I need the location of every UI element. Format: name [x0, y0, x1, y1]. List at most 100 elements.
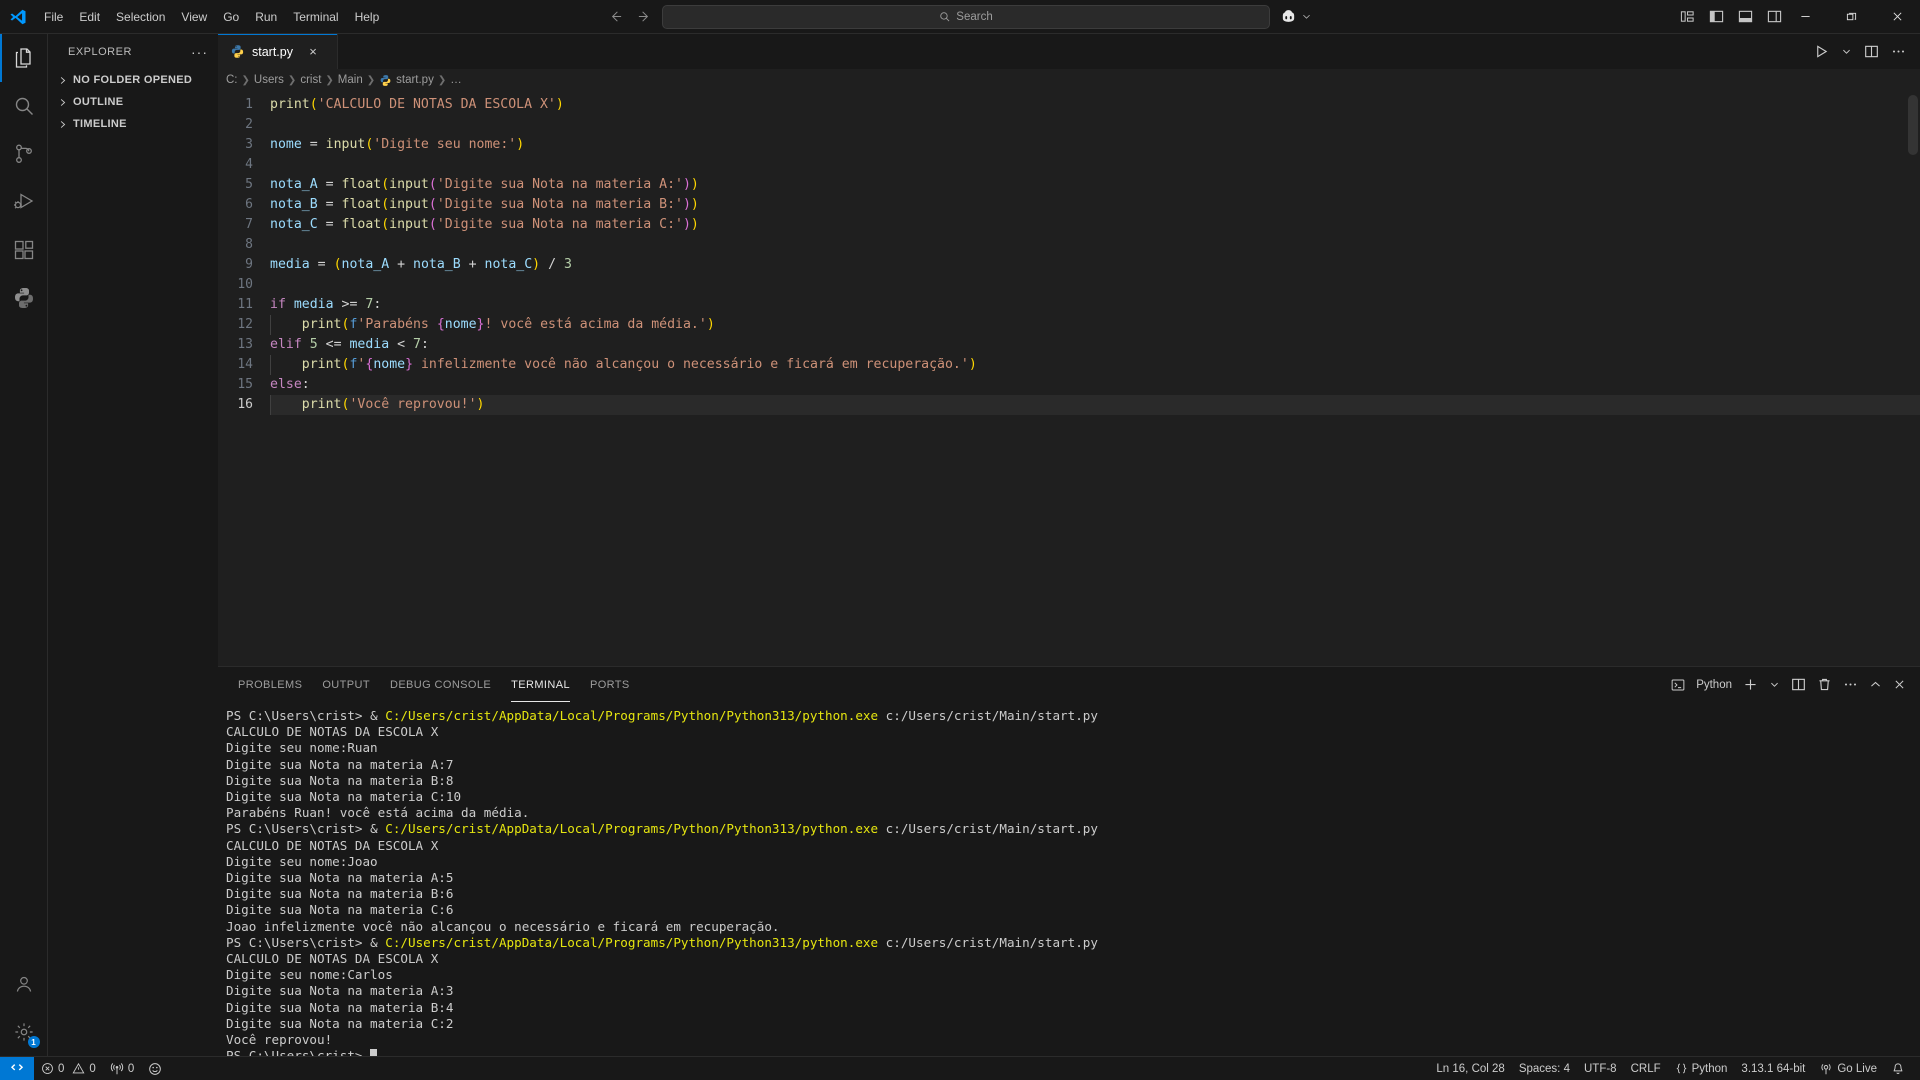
more-actions-icon[interactable] — [1891, 44, 1906, 59]
panel-tab-debug-console[interactable]: DEBUG CONSOLE — [380, 667, 501, 702]
activity-item-python[interactable] — [0, 274, 48, 322]
status-encoding[interactable]: UTF-8 — [1577, 1057, 1624, 1080]
code-line[interactable] — [270, 155, 1920, 175]
chevron-down-icon[interactable] — [1841, 46, 1852, 57]
sidebar-section-outline[interactable]: OUTLINE — [48, 91, 218, 113]
panel-tab-output[interactable]: OUTPUT — [312, 667, 380, 702]
new-terminal-icon[interactable] — [1743, 677, 1758, 692]
run-python-file-icon[interactable] — [1814, 44, 1829, 59]
activity-item-run-and-debug[interactable] — [0, 178, 48, 226]
close-button[interactable] — [1874, 0, 1920, 34]
customize-layout-icon[interactable] — [1680, 9, 1695, 24]
panel-tab-problems[interactable]: PROBLEMS — [228, 667, 312, 702]
menu-edit[interactable]: Edit — [71, 6, 108, 28]
code-line[interactable]: nota_A = float(input('Digite sua Nota na… — [270, 175, 1920, 195]
status-cursor-position[interactable]: Ln 16, Col 28 — [1429, 1057, 1511, 1080]
status-language-mode[interactable]: Python — [1668, 1057, 1735, 1080]
status-notifications[interactable] — [1884, 1057, 1912, 1080]
menu-terminal[interactable]: Terminal — [285, 6, 346, 28]
activity-item-source-control[interactable] — [0, 130, 48, 178]
editor-scrollbar[interactable] — [1908, 95, 1918, 155]
menu-view[interactable]: View — [173, 6, 215, 28]
search-icon — [939, 11, 951, 23]
remote-window-indicator[interactable] — [0, 1056, 34, 1080]
code-line[interactable] — [270, 115, 1920, 135]
toggle-secondary-sidebar-icon[interactable] — [1767, 9, 1782, 24]
toggle-panel-icon[interactable] — [1738, 9, 1753, 24]
breadcrumb-item-file[interactable]: start.py — [396, 74, 434, 86]
status-ports[interactable]: 0 — [103, 1057, 141, 1080]
code-line[interactable] — [270, 235, 1920, 255]
line-number: 3 — [245, 137, 253, 152]
terminal-output[interactable]: PS C:\Users\crist> & C:/Users/crist/AppD… — [218, 702, 1920, 1056]
status-python-interpreter[interactable]: 3.13.1 64-bit — [1734, 1057, 1812, 1080]
code-line[interactable]: print('Você reprovou!') — [270, 395, 1920, 415]
menu-help[interactable]: Help — [347, 6, 388, 28]
minimize-button[interactable] — [1782, 0, 1828, 34]
terminal-command-line: PS C:\Users\crist> & C:/Users/crist/AppD… — [226, 708, 1098, 723]
breadcrumb-item-symbols[interactable]: … — [450, 74, 462, 86]
search-bar[interactable]: Search — [662, 4, 1270, 29]
code-content[interactable]: print('CALCULO DE NOTAS DA ESCOLA X') no… — [270, 91, 1920, 666]
copilot-icon[interactable] — [1280, 8, 1297, 25]
code-line[interactable]: print(f'Parabéns {nome}! você está acima… — [270, 315, 1920, 335]
code-line[interactable]: print('CALCULO DE NOTAS DA ESCOLA X') — [270, 95, 1920, 115]
status-eol[interactable]: CRLF — [1624, 1057, 1668, 1080]
sidebar-section-timeline[interactable]: TIMELINE — [48, 113, 218, 135]
menu-run[interactable]: Run — [247, 6, 285, 28]
tab-start-py[interactable]: start.py × — [218, 34, 338, 69]
layout-controls — [1680, 9, 1782, 24]
activity-item-search[interactable] — [0, 82, 48, 130]
panel-tab-terminal[interactable]: TERMINAL — [501, 667, 580, 702]
code-line[interactable]: elif 5 <= media < 7: — [270, 335, 1920, 355]
breadcrumb-item-users[interactable]: Users — [254, 74, 284, 86]
status-bar: 0 0 0 Ln 16, Col 28 Spaces: 4 UTF-8 CRLF — [0, 1056, 1920, 1080]
activity-item-accounts[interactable] — [0, 960, 48, 1008]
activity-item-manage-settings[interactable]: 1 — [0, 1008, 48, 1056]
menu-file[interactable]: File — [36, 6, 71, 28]
restore-button[interactable] — [1828, 0, 1874, 34]
code-line[interactable]: nota_B = float(input('Digite sua Nota na… — [270, 195, 1920, 215]
chevron-down-icon[interactable] — [1769, 679, 1780, 690]
back-arrow-icon[interactable] — [608, 9, 623, 24]
status-indentation[interactable]: Spaces: 4 — [1512, 1057, 1577, 1080]
activity-item-explorer[interactable] — [0, 34, 48, 82]
menu-selection[interactable]: Selection — [108, 6, 173, 28]
maximize-panel-icon[interactable] — [1869, 678, 1882, 691]
breadcrumb-item-crist[interactable]: crist — [300, 74, 321, 86]
toggle-primary-sidebar-icon[interactable] — [1709, 9, 1724, 24]
panel-tab-ports[interactable]: PORTS — [580, 667, 640, 702]
code-line[interactable]: nome = input('Digite seu nome:') — [270, 135, 1920, 155]
python-file-icon — [230, 44, 245, 59]
kill-terminal-icon[interactable] — [1817, 677, 1832, 692]
code-line[interactable]: else: — [270, 375, 1920, 395]
code-line[interactable]: nota_C = float(input('Digite sua Nota na… — [270, 215, 1920, 235]
code-line[interactable]: if media >= 7: — [270, 295, 1920, 315]
close-panel-icon[interactable] — [1893, 678, 1906, 691]
code-line[interactable] — [270, 275, 1920, 295]
menu-go[interactable]: Go — [215, 6, 247, 28]
sidebar-more-actions-icon[interactable]: ··· — [191, 45, 208, 59]
terminal-name-label: Python — [1696, 678, 1732, 691]
code-line[interactable]: print(f'{nome} infelizmente você não alc… — [270, 355, 1920, 375]
line-number: 16 — [237, 397, 253, 412]
status-problems[interactable]: 0 0 — [34, 1057, 103, 1080]
split-editor-icon[interactable] — [1864, 44, 1879, 59]
breadcrumb-item-drive[interactable]: C: — [226, 74, 238, 86]
status-go-live[interactable]: Go Live — [1812, 1057, 1884, 1080]
python-file-icon — [379, 74, 392, 87]
copilot-chevron-down-icon[interactable] — [1301, 11, 1312, 22]
forward-arrow-icon[interactable] — [637, 9, 652, 24]
split-terminal-icon[interactable] — [1791, 677, 1806, 692]
code-editor[interactable]: 1 2 3 4 5 6 7 8 9 10 11 12 13 14 15 16 print('CALCULO D… — [218, 91, 1920, 666]
activity-item-extensions[interactable] — [0, 226, 48, 274]
breadcrumb-item-main[interactable]: Main — [338, 74, 363, 86]
terminal-output-line: Digite seu nome:Carlos — [226, 967, 393, 983]
code-line[interactable]: media = (nota_A + nota_B + nota_C) / 3 — [270, 255, 1920, 275]
panel-actions: Python — [1671, 667, 1920, 702]
sidebar-section-no-folder-opened[interactable]: NO FOLDER OPENED — [48, 69, 218, 91]
vscode-logo-icon — [0, 8, 36, 26]
views-and-more-icon[interactable] — [1843, 677, 1858, 692]
close-icon[interactable]: × — [304, 44, 322, 59]
status-feedback[interactable] — [141, 1057, 169, 1080]
